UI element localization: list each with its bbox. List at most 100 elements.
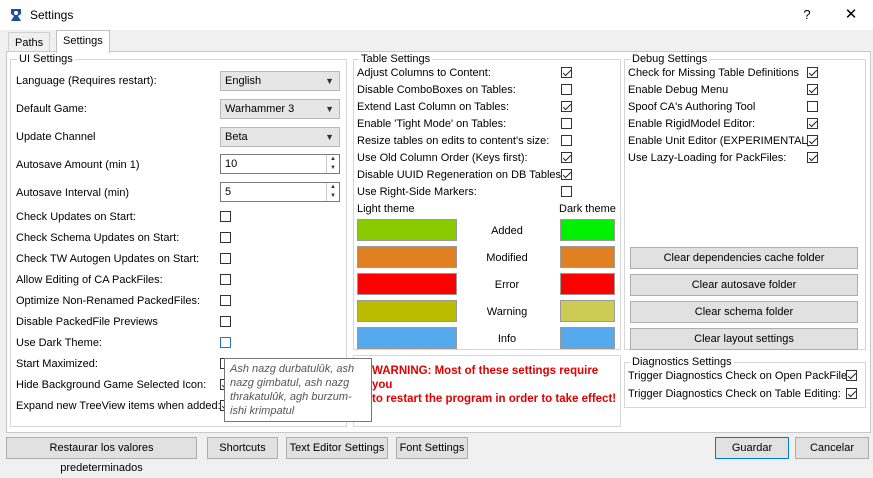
warning-light-swatch[interactable] [357, 300, 457, 322]
diagnostics-settings-title: Diagnostics Settings [630, 356, 734, 368]
debug-menu-label: Enable Debug Menu [628, 84, 729, 96]
error-light-swatch[interactable] [357, 273, 457, 295]
rigidmodel-editor-checkbox[interactable] [807, 118, 818, 129]
clear-dependencies-cache-button[interactable]: Clear dependencies cache folder [630, 247, 858, 269]
font-settings-button[interactable]: Font Settings [396, 437, 468, 459]
app-logo-icon [11, 9, 21, 21]
chevron-down-icon: ▼ [325, 132, 334, 142]
window-title: Settings [30, 8, 74, 22]
modified-dark-swatch[interactable] [560, 246, 615, 268]
update-channel-select[interactable]: Beta ▼ [220, 127, 340, 147]
tooltip: Ash nazg durbatulûk, ash nazg gimbatul, … [224, 358, 372, 422]
check-schema-updates-label: Check Schema Updates on Start: [16, 232, 180, 244]
start-maximized-label: Start Maximized: [16, 358, 98, 370]
debug-menu-checkbox[interactable] [807, 84, 818, 95]
clear-layout-button[interactable]: Clear layout settings [630, 328, 858, 350]
language-select[interactable]: English ▼ [220, 71, 340, 91]
extend-last-column-checkbox[interactable] [561, 101, 572, 112]
error-color-label: Error [494, 279, 520, 291]
disable-uuid-label: Disable UUID Regeneration on DB Tables: [357, 169, 565, 181]
missing-table-defs-checkbox[interactable] [807, 67, 818, 78]
table-settings-title: Table Settings [359, 53, 433, 65]
use-dark-theme-checkbox[interactable] [220, 337, 231, 348]
hide-bg-game-icon-label: Hide Background Game Selected Icon: [16, 379, 207, 391]
language-value: English [225, 75, 262, 87]
autosave-interval-label: Autosave Interval (min) [16, 187, 130, 199]
tight-mode-checkbox[interactable] [561, 118, 572, 129]
diag-table-editing-checkbox[interactable] [846, 388, 857, 399]
spin-down-icon[interactable]: ▼ [327, 164, 339, 173]
default-game-label: Default Game: [16, 103, 87, 115]
warning-dark-swatch[interactable] [560, 300, 615, 322]
diagnostics-settings-group [624, 362, 866, 408]
spoof-authoring-checkbox[interactable] [807, 101, 818, 112]
expand-treeview-label: Expand new TreeView items when added: [16, 400, 221, 412]
right-side-markers-label: Use Right-Side Markers: [357, 186, 477, 198]
lazy-loading-label: Use Lazy-Loading for PackFiles: [628, 152, 787, 164]
help-button[interactable]: ? [796, 4, 818, 26]
autosave-interval-value: 5 [225, 186, 232, 198]
info-dark-swatch[interactable] [560, 327, 615, 349]
cancel-button[interactable]: Cancelar [795, 437, 869, 459]
missing-table-defs-label: Check for Missing Table Definitions [628, 67, 799, 79]
disable-comboboxes-label: Disable ComboBoxes on Tables: [357, 84, 516, 96]
disable-previews-checkbox[interactable] [220, 316, 231, 327]
added-dark-swatch[interactable] [560, 219, 615, 241]
optimize-packedfiles-checkbox[interactable] [220, 295, 231, 306]
right-side-markers-checkbox[interactable] [561, 186, 572, 197]
added-light-swatch[interactable] [357, 219, 457, 241]
modified-light-swatch[interactable] [357, 246, 457, 268]
allow-editing-ca-checkbox[interactable] [220, 274, 231, 285]
chevron-down-icon: ▼ [325, 76, 334, 86]
update-channel-value: Beta [225, 131, 248, 143]
old-column-order-checkbox[interactable] [561, 152, 572, 163]
text-editor-settings-button[interactable]: Text Editor Settings [286, 437, 388, 459]
warning-color-label: Warning [486, 306, 528, 318]
title-bar: Settings ? ✕ [0, 0, 873, 30]
shortcuts-button[interactable]: Shortcuts [207, 437, 278, 459]
default-game-select[interactable]: Warhammer 3 ▼ [220, 99, 340, 119]
spin-up-icon[interactable]: ▲ [327, 155, 339, 164]
disable-uuid-checkbox[interactable] [561, 169, 572, 180]
resize-tables-checkbox[interactable] [561, 135, 572, 146]
check-schema-updates-checkbox[interactable] [220, 232, 231, 243]
ui-settings-title: UI Settings [17, 53, 75, 65]
restore-defaults-button[interactable]: Restaurar los valores predeterminados [6, 437, 197, 474]
adjust-columns-checkbox[interactable] [561, 67, 572, 78]
save-button[interactable]: Guardar [715, 437, 789, 459]
tab-paths[interactable]: Paths [8, 32, 51, 53]
check-updates-label: Check Updates on Start: [16, 211, 136, 223]
unit-editor-label: Enable Unit Editor (EXPERIMENTAL): [628, 135, 815, 147]
restart-warning-line-1: WARNING: Most of these settings require … [372, 365, 599, 391]
light-theme-label: Light theme [357, 203, 415, 215]
error-dark-swatch[interactable] [560, 273, 615, 295]
dark-theme-label: Dark theme [559, 203, 616, 215]
extend-last-column-label: Extend Last Column on Tables: [357, 101, 510, 113]
added-color-label: Added [491, 225, 523, 237]
tab-settings[interactable]: Settings [56, 30, 110, 53]
autosave-interval-spinbox[interactable]: 5 ▲ ▼ [220, 182, 340, 202]
check-tw-autogen-label: Check TW Autogen Updates on Start: [16, 253, 200, 265]
rigidmodel-editor-label: Enable RigidModel Editor: [628, 118, 756, 130]
lazy-loading-checkbox[interactable] [807, 152, 818, 163]
check-updates-checkbox[interactable] [220, 211, 231, 222]
spin-down-icon[interactable]: ▼ [327, 192, 339, 201]
diag-open-packfile-label: Trigger Diagnostics Check on Open PackFi… [628, 370, 851, 382]
unit-editor-checkbox[interactable] [807, 135, 818, 146]
info-light-swatch[interactable] [357, 327, 457, 349]
old-column-order-label: Use Old Column Order (Keys first): [357, 152, 528, 164]
tight-mode-label: Enable 'Tight Mode' on Tables: [357, 118, 507, 130]
autosave-amount-label: Autosave Amount (min 1) [16, 159, 140, 171]
spin-up-icon[interactable]: ▲ [327, 183, 339, 192]
close-button[interactable]: ✕ [840, 4, 862, 26]
diag-open-packfile-checkbox[interactable] [846, 370, 857, 381]
clear-schema-button[interactable]: Clear schema folder [630, 301, 858, 323]
autosave-amount-spinbox[interactable]: 10 ▲ ▼ [220, 154, 340, 174]
allow-editing-ca-label: Allow Editing of CA PackFiles: [16, 274, 163, 286]
disable-comboboxes-checkbox[interactable] [561, 84, 572, 95]
info-color-label: Info [497, 333, 517, 345]
spoof-authoring-label: Spoof CA's Authoring Tool [628, 101, 756, 113]
clear-autosave-button[interactable]: Clear autosave folder [630, 274, 858, 296]
diag-table-editing-label: Trigger Diagnostics Check on Table Editi… [628, 388, 841, 400]
check-tw-autogen-checkbox[interactable] [220, 253, 231, 264]
